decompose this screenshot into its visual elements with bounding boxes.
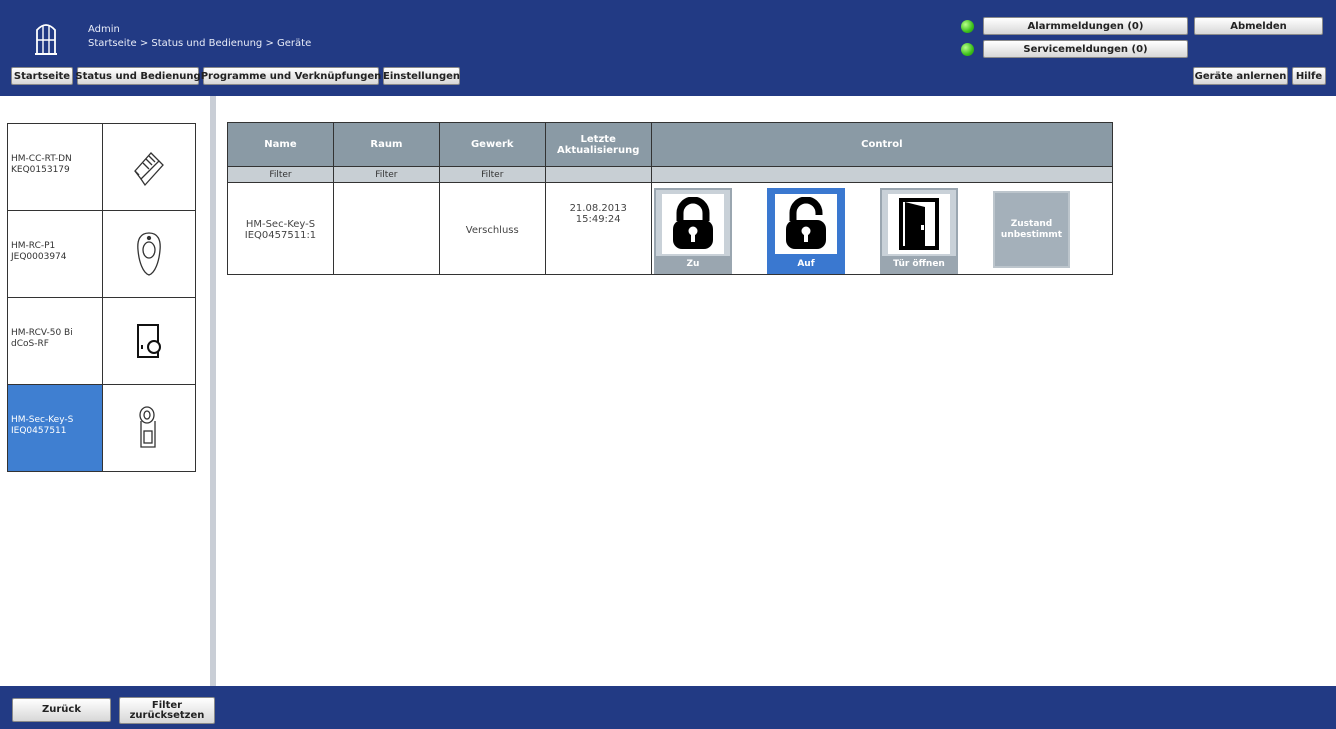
lock-open-icon bbox=[775, 194, 837, 254]
learn-devices-button[interactable]: Geräte anlernen bbox=[1193, 67, 1288, 85]
nav-home[interactable]: Startseite bbox=[11, 67, 73, 85]
column-header-name[interactable]: Name bbox=[227, 122, 334, 167]
nav-settings[interactable]: Einstellungen bbox=[383, 67, 460, 85]
filter-empty bbox=[544, 166, 652, 183]
user-name: Admin bbox=[88, 24, 120, 35]
nav-status-control[interactable]: Status und Bedienung bbox=[75, 67, 201, 85]
bottom-bar: Zurück Filter zurücksetzen bbox=[0, 686, 1336, 729]
filter-row: Filter Filter Filter bbox=[227, 166, 1114, 183]
back-button[interactable]: Zurück bbox=[12, 698, 111, 722]
device-label: HM-RCV-50 Bi dCoS-RF bbox=[8, 298, 103, 384]
filter-trade-button[interactable]: Filter bbox=[438, 166, 546, 183]
column-header-room[interactable]: Raum bbox=[333, 122, 440, 167]
filter-name-button[interactable]: Filter bbox=[227, 166, 334, 183]
logo-icon bbox=[35, 24, 57, 55]
nav-programs-links[interactable]: Programme und Verknüpfungen bbox=[201, 67, 381, 85]
table-header-row: Name Raum Gewerk Letzte Aktualisierung Co… bbox=[227, 122, 1114, 167]
lock-label: Zu bbox=[656, 256, 730, 272]
device-label: HM-Sec-Key-S IEQ0457511 bbox=[8, 385, 103, 471]
panel-splitter[interactable] bbox=[210, 96, 216, 686]
open-door-button[interactable]: Tür öffnen bbox=[880, 188, 958, 274]
virtual-remote-icon bbox=[103, 298, 195, 384]
column-header-trade[interactable]: Gewerk bbox=[439, 122, 546, 167]
cell-last-update: 21.08.2013 15:49:24 bbox=[545, 182, 652, 275]
device-list: HM-CC-RT-DN KEQ0153179 HM-RC-P1 JEQ0003974 bbox=[7, 123, 196, 472]
device-label: HM-RC-P1 JEQ0003974 bbox=[8, 211, 103, 297]
service-status-icon bbox=[961, 43, 974, 56]
device-label: HM-CC-RT-DN KEQ0153179 bbox=[8, 124, 103, 210]
alarm-status-icon bbox=[961, 20, 974, 33]
device-item[interactable]: HM-CC-RT-DN KEQ0153179 bbox=[8, 124, 195, 211]
reset-filter-button[interactable]: Filter zurücksetzen bbox=[119, 697, 215, 724]
lock-button[interactable]: Zu bbox=[654, 188, 732, 274]
top-bar: Admin Startseite > Status und Bedienung … bbox=[0, 0, 1336, 96]
logout-button[interactable]: Abmelden bbox=[1194, 17, 1323, 35]
key-matic-icon bbox=[103, 385, 195, 471]
help-button[interactable]: Hilfe bbox=[1292, 67, 1326, 85]
filter-room-button[interactable]: Filter bbox=[332, 166, 440, 183]
alarm-messages-button[interactable]: Alarmmeldungen (0) bbox=[983, 17, 1188, 35]
cell-name: HM-Sec-Key-S IEQ0457511:1 bbox=[227, 182, 334, 275]
cell-trade: Verschluss bbox=[439, 182, 546, 275]
device-item[interactable]: HM-RCV-50 Bi dCoS-RF bbox=[8, 298, 195, 385]
door-open-icon bbox=[888, 194, 950, 254]
column-header-control: Control bbox=[651, 122, 1114, 167]
device-item[interactable]: HM-RC-P1 JEQ0003974 bbox=[8, 211, 195, 298]
device-item-selected[interactable]: HM-Sec-Key-S IEQ0457511 bbox=[8, 385, 195, 472]
state-indicator: Zustand unbestimmt bbox=[993, 191, 1070, 268]
unlock-button[interactable]: Auf bbox=[767, 188, 845, 274]
column-header-last-update[interactable]: Letzte Aktualisierung bbox=[545, 122, 652, 167]
lock-closed-icon bbox=[662, 194, 724, 254]
filter-empty bbox=[650, 166, 1114, 183]
thermostat-icon bbox=[103, 124, 195, 210]
remote-icon bbox=[103, 211, 195, 297]
open-door-label: Tür öffnen bbox=[882, 256, 956, 272]
cell-room bbox=[333, 182, 440, 275]
unlock-label: Auf bbox=[769, 256, 843, 272]
breadcrumb: Startseite > Status und Bedienung > Gerä… bbox=[88, 38, 312, 49]
service-messages-button[interactable]: Servicemeldungen (0) bbox=[983, 40, 1188, 58]
